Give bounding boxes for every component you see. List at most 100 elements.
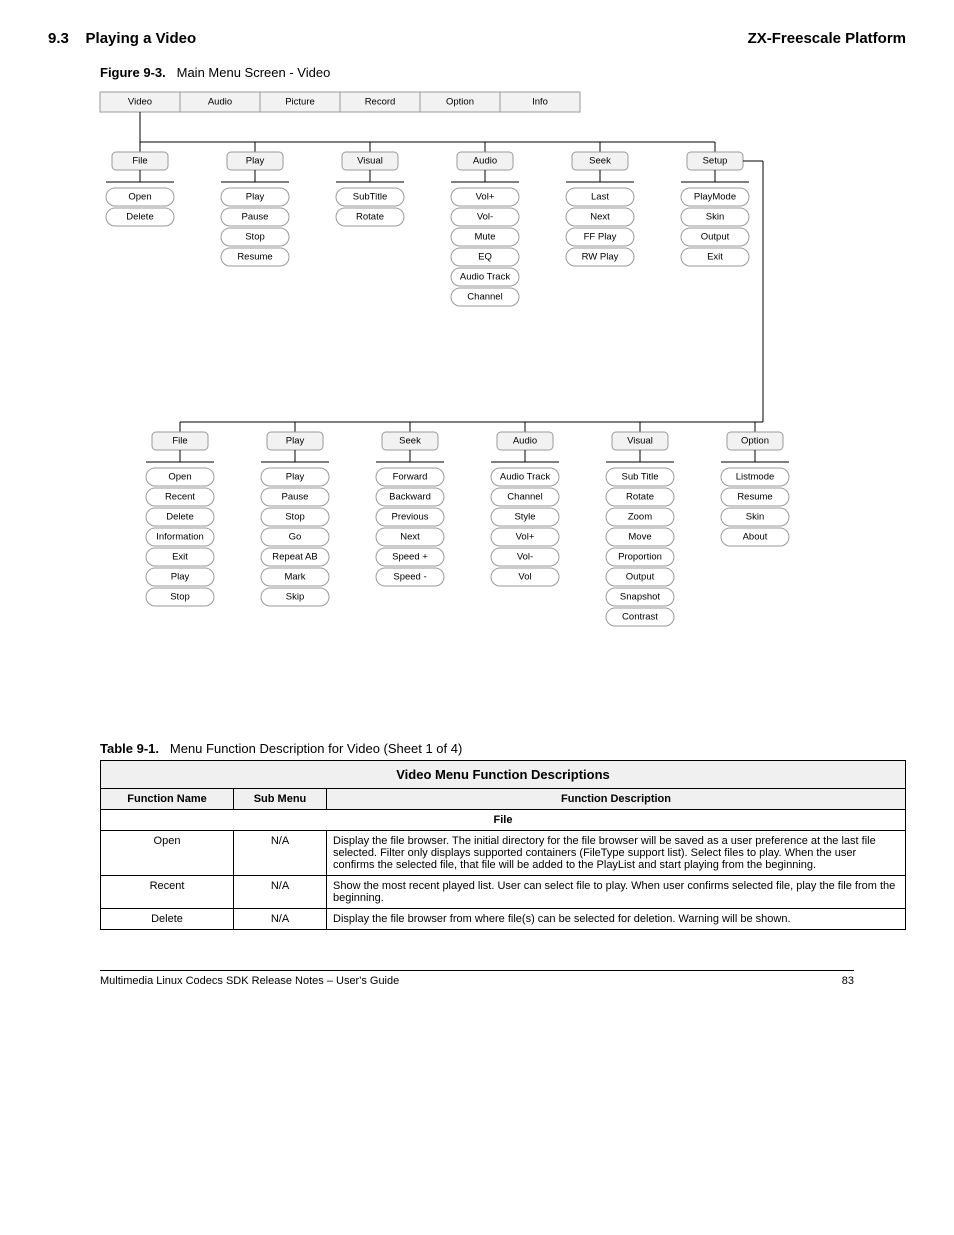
svg-text:Listmode: Listmode xyxy=(736,472,775,483)
svg-text:FF Play: FF Play xyxy=(584,232,617,243)
section-label: 9.3 Playing a Video xyxy=(48,30,196,47)
svg-text:Sub Title: Sub Title xyxy=(622,472,659,483)
video-menu-table: Video Menu Function Descriptions Functio… xyxy=(100,760,906,930)
cell-sub: N/A xyxy=(234,876,327,909)
svg-text:Play: Play xyxy=(286,472,305,483)
svg-text:Backward: Backward xyxy=(389,492,431,503)
svg-text:Exit: Exit xyxy=(707,252,723,263)
svg-text:PlayMode: PlayMode xyxy=(694,192,736,203)
page-header: 9.3 Playing a Video ZX-Freescale Platfor… xyxy=(48,30,906,47)
svg-text:Delete: Delete xyxy=(166,512,193,523)
svg-text:Output: Output xyxy=(626,572,655,583)
cell-name: Recent xyxy=(101,876,234,909)
svg-text:Forward: Forward xyxy=(393,472,428,483)
svg-text:Move: Move xyxy=(628,532,651,543)
svg-text:Vol-: Vol- xyxy=(517,552,533,563)
svg-text:Skin: Skin xyxy=(746,512,764,523)
cell-sub: N/A xyxy=(234,909,327,930)
svg-text:Video: Video xyxy=(128,97,152,108)
svg-text:Open: Open xyxy=(168,472,191,483)
svg-text:Vol+: Vol+ xyxy=(476,192,495,203)
svg-text:Information: Information xyxy=(156,532,204,543)
cell-desc: Display the file browser from where file… xyxy=(327,909,906,930)
figure-title: Main Menu Screen - Video xyxy=(177,65,331,80)
svg-text:Record: Record xyxy=(365,97,396,108)
svg-text:SubTitle: SubTitle xyxy=(353,192,388,203)
table-caption: Table 9-1. Menu Function Description for… xyxy=(100,741,906,756)
svg-text:Audio Track: Audio Track xyxy=(500,472,550,483)
svg-text:Play: Play xyxy=(171,572,190,583)
svg-text:Resume: Resume xyxy=(737,492,772,503)
svg-text:Pause: Pause xyxy=(282,492,309,503)
svg-text:EQ: EQ xyxy=(478,252,492,263)
svg-text:Contrast: Contrast xyxy=(622,612,658,623)
svg-text:Audio: Audio xyxy=(473,156,497,167)
svg-text:Channel: Channel xyxy=(507,492,542,503)
svg-text:Visual: Visual xyxy=(357,156,383,167)
svg-text:Proportion: Proportion xyxy=(618,552,662,563)
svg-text:Go: Go xyxy=(289,532,302,543)
page-number: 83 xyxy=(842,975,854,987)
svg-text:Snapshot: Snapshot xyxy=(620,592,661,603)
svg-text:File: File xyxy=(172,436,187,447)
cell-name: Delete xyxy=(101,909,234,930)
col-sub-menu: Sub Menu xyxy=(234,789,327,810)
svg-text:Next: Next xyxy=(400,532,420,543)
svg-text:Vol: Vol xyxy=(518,572,531,583)
svg-text:Play: Play xyxy=(286,436,305,447)
cell-name: Open xyxy=(101,831,234,876)
svg-text:Vol+: Vol+ xyxy=(516,532,535,543)
section-title: Playing a Video xyxy=(86,30,197,47)
svg-text:Option: Option xyxy=(446,97,474,108)
svg-text:Mute: Mute xyxy=(474,232,495,243)
svg-text:Speed +: Speed + xyxy=(392,552,428,563)
svg-text:Vol-: Vol- xyxy=(477,212,493,223)
table-caption-title: Menu Function Description for Video (She… xyxy=(170,741,462,756)
svg-text:Output: Output xyxy=(701,232,730,243)
menu-diagram: .tab { fill:#f2f2f2; stroke:#9a9a9a; } .… xyxy=(100,92,906,715)
footer-title: Multimedia Linux Codecs SDK Release Note… xyxy=(100,975,399,987)
svg-text:Pause: Pause xyxy=(242,212,269,223)
svg-text:Skip: Skip xyxy=(286,592,304,603)
svg-text:Exit: Exit xyxy=(172,552,188,563)
svg-text:Stop: Stop xyxy=(170,592,190,603)
figure-label: Figure 9-3. xyxy=(100,65,166,80)
svg-text:Picture: Picture xyxy=(285,97,315,108)
figure-caption: Figure 9-3. Main Menu Screen - Video xyxy=(100,65,906,80)
svg-text:Repeat AB: Repeat AB xyxy=(272,552,317,563)
table-row: Open N/A Display the file browser. The i… xyxy=(101,831,906,876)
svg-text:Play: Play xyxy=(246,156,265,167)
svg-text:Skin: Skin xyxy=(706,212,724,223)
svg-text:Previous: Previous xyxy=(392,512,429,523)
svg-text:Seek: Seek xyxy=(589,156,611,167)
svg-text:File: File xyxy=(132,156,147,167)
page-footer: Multimedia Linux Codecs SDK Release Note… xyxy=(100,970,854,987)
svg-text:Audio: Audio xyxy=(513,436,537,447)
svg-text:Channel: Channel xyxy=(467,292,502,303)
col-function-name: Function Name xyxy=(101,789,234,810)
svg-text:Audio: Audio xyxy=(208,97,232,108)
table-title: Video Menu Function Descriptions xyxy=(101,761,906,789)
svg-text:Recent: Recent xyxy=(165,492,195,503)
product-name: ZX-Freescale Platform xyxy=(748,30,906,47)
svg-text:Last: Last xyxy=(591,192,609,203)
svg-text:Stop: Stop xyxy=(245,232,265,243)
svg-text:Info: Info xyxy=(532,97,548,108)
cell-desc: Show the most recent played list. User c… xyxy=(327,876,906,909)
svg-text:Open: Open xyxy=(128,192,151,203)
table-row: Recent N/A Show the most recent played l… xyxy=(101,876,906,909)
svg-text:Resume: Resume xyxy=(237,252,272,263)
table-caption-label: Table 9-1. xyxy=(100,741,159,756)
svg-text:RW Play: RW Play xyxy=(582,252,619,263)
table-row: Delete N/A Display the file browser from… xyxy=(101,909,906,930)
svg-text:About: About xyxy=(743,532,768,543)
cell-desc: Display the file browser. The initial di… xyxy=(327,831,906,876)
section-number: 9.3 xyxy=(48,30,69,47)
svg-text:Play: Play xyxy=(246,192,265,203)
svg-text:Stop: Stop xyxy=(285,512,305,523)
svg-text:Rotate: Rotate xyxy=(626,492,654,503)
svg-text:Delete: Delete xyxy=(126,212,153,223)
table-section: File xyxy=(101,810,906,831)
svg-text:Rotate: Rotate xyxy=(356,212,384,223)
svg-text:Zoom: Zoom xyxy=(628,512,652,523)
